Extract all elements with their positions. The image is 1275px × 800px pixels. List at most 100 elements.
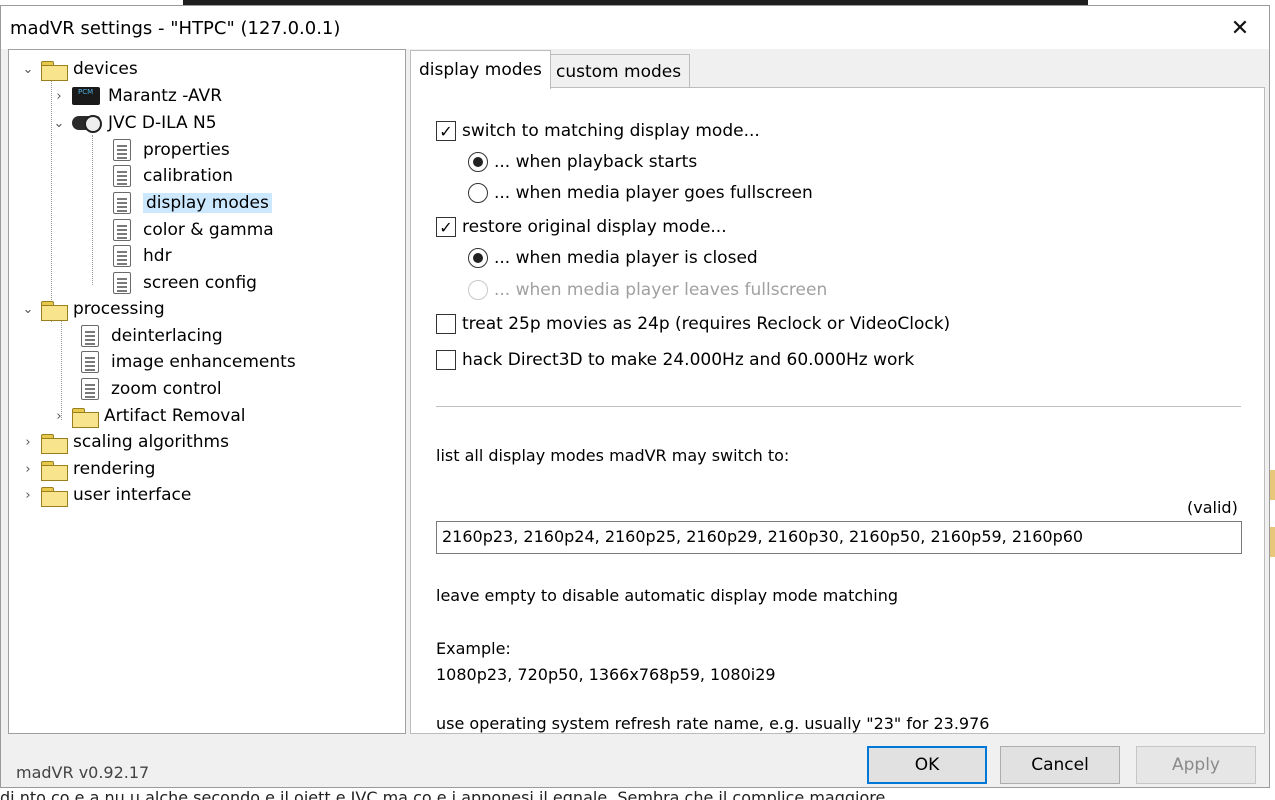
close-icon: ✕ <box>1230 15 1250 41</box>
option-label: restore original display mode... <box>462 217 727 237</box>
tab-custom-modes[interactable]: custom modes <box>547 54 691 88</box>
tree-item-label: calibration <box>143 166 233 186</box>
display-modes-input[interactable]: 2160p23, 2160p24, 2160p25, 2160p29, 2160… <box>436 521 1242 554</box>
option-label: hack Direct3D to make 24.000Hz and 60.00… <box>462 350 915 370</box>
tree-item-image-enhancements[interactable]: image enhancements <box>81 350 296 374</box>
switch-matching-option[interactable]: ✓ switch to matching display mode... <box>436 121 760 141</box>
close-button[interactable]: ✕ <box>1221 12 1259 44</box>
when-closed-radio[interactable] <box>468 248 488 268</box>
chevron-right-icon[interactable]: › <box>21 462 35 477</box>
tab-display-modes[interactable]: display modes <box>410 50 551 89</box>
chevron-right-icon[interactable]: › <box>52 409 66 424</box>
settings-panel-area: display modes custom modes ✓ switch to m… <box>410 49 1265 734</box>
when-playback-starts-option[interactable]: ... when playback starts <box>468 152 697 172</box>
tree-item-calibration[interactable]: calibration <box>113 164 233 188</box>
tree-item-label: Artifact Removal <box>104 406 246 426</box>
page-icon <box>113 192 131 214</box>
chevron-right-icon[interactable]: › <box>52 89 66 104</box>
empty-note: leave empty to disable automatic display… <box>436 586 899 605</box>
page-icon <box>113 219 131 241</box>
example-value: 1080p23, 720p50, 1366x768p59, 1080i29 <box>436 665 776 684</box>
treat-25p-option[interactable]: treat 25p movies as 24p (requires Recloc… <box>436 314 950 334</box>
folder-icon <box>41 459 68 481</box>
tree-item-rendering[interactable]: › rendering <box>21 457 155 481</box>
page-icon <box>81 325 99 347</box>
check-icon: ✓ <box>439 217 453 237</box>
option-label: ... when media player is closed <box>494 248 758 268</box>
tree-item-label: display modes <box>143 193 272 213</box>
tree-item-zoom-control[interactable]: zoom control <box>81 377 222 401</box>
tree-item-hdr[interactable]: hdr <box>113 244 172 268</box>
hack-d3d-checkbox[interactable] <box>436 350 456 370</box>
tree-item-processing[interactable]: ⌄ processing <box>21 297 165 321</box>
title-bar: madVR settings - "HTPC" (127.0.0.1) ✕ <box>1 6 1269 49</box>
option-label: ... when media player goes fullscreen <box>494 183 813 203</box>
background-text: di nto co e a nu u alche secondo e il oi… <box>0 788 886 800</box>
chevron-down-icon[interactable]: ⌄ <box>21 62 35 77</box>
apply-button[interactable]: Apply <box>1136 746 1256 784</box>
tree-line <box>92 135 93 285</box>
tree-item-screen-config[interactable]: screen config <box>113 271 257 295</box>
hack-d3d-option[interactable]: hack Direct3D to make 24.000Hz and 60.00… <box>436 350 914 370</box>
chevron-right-icon[interactable]: › <box>21 488 35 503</box>
tree-item-devices[interactable]: ⌄ devices <box>21 57 138 81</box>
option-label: switch to matching display mode... <box>462 121 760 141</box>
tree-item-user-interface[interactable]: › user interface <box>21 483 191 507</box>
tree-item-label: JVC D-ILA N5 <box>108 113 217 133</box>
folder-icon <box>41 432 68 454</box>
tree-item-scaling-algorithms[interactable]: › scaling algorithms <box>21 430 229 454</box>
example-label: Example: <box>436 639 511 658</box>
settings-window: madVR settings - "HTPC" (127.0.0.1) ✕ ⌄ … <box>0 5 1270 788</box>
folder-icon <box>41 485 68 507</box>
version-label: madVR v0.92.17 <box>16 763 150 782</box>
projector-icon <box>72 115 102 133</box>
os-refresh-note: use operating system refresh rate name, … <box>436 714 990 733</box>
settings-tree[interactable]: ⌄ devices › Marantz -AVR ⌄ JVC D-ILA N5 … <box>8 49 406 734</box>
tree-item-deinterlacing[interactable]: deinterlacing <box>81 324 223 348</box>
tree-item-label: deinterlacing <box>111 326 223 346</box>
modes-list-label: list all display modes madVR may switch … <box>436 446 790 465</box>
tree-item-artifact-removal[interactable]: › Artifact Removal <box>52 404 246 428</box>
folder-icon <box>41 299 68 321</box>
page-icon <box>81 351 99 373</box>
tree-item-display-modes[interactable]: display modes <box>113 191 272 215</box>
when-leaves-fullscreen-option: ... when media player leaves fullscreen <box>468 280 827 300</box>
cancel-button[interactable]: Cancel <box>1000 746 1120 784</box>
tree-item-color-gamma[interactable]: color & gamma <box>113 218 274 242</box>
tree-item-properties[interactable]: properties <box>113 138 230 162</box>
tree-item-label: processing <box>73 299 165 319</box>
background-edge-right <box>1270 470 1275 500</box>
when-fullscreen-option[interactable]: ... when media player goes fullscreen <box>468 183 813 203</box>
tree-item-label: zoom control <box>111 379 222 399</box>
tree-item-label: rendering <box>73 459 156 479</box>
page-icon <box>113 139 131 161</box>
separator <box>436 406 1241 407</box>
ok-button[interactable]: OK <box>867 746 987 784</box>
tree-item-marantz[interactable]: › Marantz -AVR <box>52 84 222 108</box>
when-leaves-fullscreen-radio <box>468 280 488 300</box>
page-icon <box>113 245 131 267</box>
tree-item-jvc[interactable]: ⌄ JVC D-ILA N5 <box>52 111 217 135</box>
chevron-right-icon[interactable]: › <box>21 435 35 450</box>
when-fullscreen-radio[interactable] <box>468 183 488 203</box>
receiver-icon <box>72 87 100 105</box>
when-playback-starts-radio[interactable] <box>468 152 488 172</box>
tree-item-label: properties <box>143 140 230 160</box>
when-closed-option[interactable]: ... when media player is closed <box>468 248 758 268</box>
option-label: ... when media player leaves fullscreen <box>494 280 828 300</box>
tree-item-label: scaling algorithms <box>73 432 229 452</box>
display-modes-panel: ✓ switch to matching display mode... ...… <box>410 87 1265 734</box>
window-title: madVR settings - "HTPC" (127.0.0.1) <box>10 18 341 39</box>
check-icon: ✓ <box>439 121 453 141</box>
tree-item-label: image enhancements <box>111 352 296 372</box>
switch-matching-checkbox[interactable]: ✓ <box>436 121 456 141</box>
tree-item-label: hdr <box>143 246 172 266</box>
chevron-down-icon[interactable]: ⌄ <box>52 116 66 131</box>
restore-original-option[interactable]: ✓ restore original display mode... <box>436 217 727 237</box>
option-label: treat 25p movies as 24p (requires Recloc… <box>462 314 951 334</box>
folder-icon <box>72 406 99 428</box>
page-icon <box>113 165 131 187</box>
restore-original-checkbox[interactable]: ✓ <box>436 217 456 237</box>
treat-25p-checkbox[interactable] <box>436 314 456 334</box>
chevron-down-icon[interactable]: ⌄ <box>21 302 35 317</box>
